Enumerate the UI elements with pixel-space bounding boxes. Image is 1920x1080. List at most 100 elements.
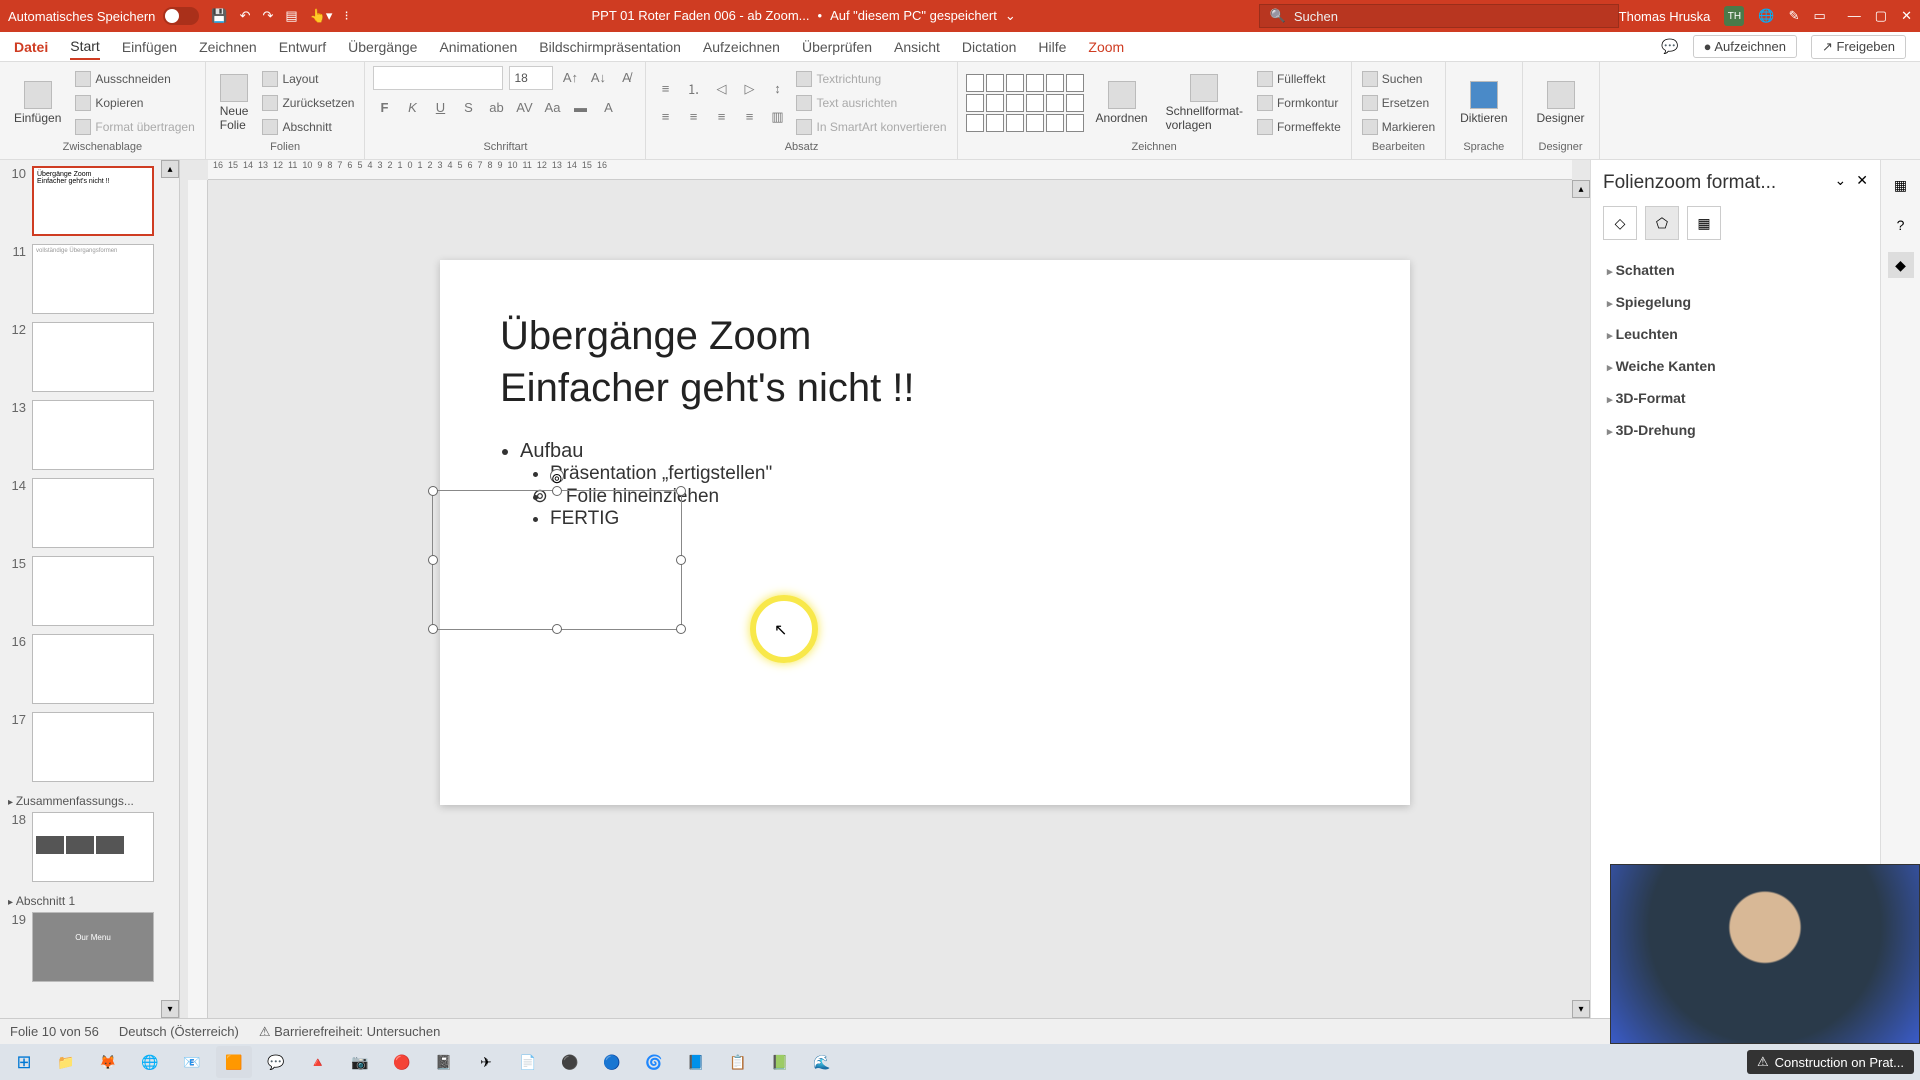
tab-file[interactable]: Datei: [14, 35, 48, 59]
rotate-handle[interactable]: ⊚: [550, 469, 564, 483]
slide-editor[interactable]: Übergänge ZoomEinfacher geht's nicht !! …: [440, 260, 1410, 805]
resize-handle[interactable]: [428, 486, 438, 496]
save-icon[interactable]: 💾: [211, 8, 227, 24]
canvas-scroll-down[interactable]: ▾: [1572, 1000, 1590, 1018]
reset-button[interactable]: Zurücksetzen: [260, 93, 356, 113]
align-right-button[interactable]: ≡: [710, 106, 732, 128]
align-center-button[interactable]: ≡: [682, 106, 704, 128]
thumb-scroll-down[interactable]: ▾: [161, 1000, 179, 1018]
language-indicator[interactable]: Deutsch (Österreich): [119, 1024, 239, 1039]
bullet-item[interactable]: Präsentation „fertigstellen": [550, 463, 1350, 485]
shapes-gallery[interactable]: [966, 74, 1084, 132]
resize-handle[interactable]: [428, 555, 438, 565]
pane-close-icon[interactable]: ✕: [1856, 172, 1868, 189]
rail-help-icon[interactable]: ?: [1888, 212, 1914, 238]
slide-thumbnails-panel[interactable]: 10Übergänge ZoomEinfacher geht's nicht !…: [0, 160, 180, 1018]
indent-decrease-button[interactable]: ◁: [710, 78, 732, 100]
slide-counter[interactable]: Folie 10 von 56: [10, 1024, 99, 1039]
smartart-button[interactable]: In SmartArt konvertieren: [794, 117, 948, 137]
taskbar-powerpoint-icon[interactable]: 🟧: [216, 1046, 252, 1078]
location-dropdown-icon[interactable]: ⌄: [1005, 8, 1016, 24]
slide-title-line2[interactable]: Einfacher geht's nicht !!: [500, 366, 915, 410]
format-tab-fill[interactable]: ◇: [1603, 206, 1637, 240]
window-icon[interactable]: ▭: [1814, 8, 1826, 24]
section-header-summary[interactable]: Zusammenfassungs...: [6, 790, 173, 812]
outline-button[interactable]: Formkontur: [1255, 93, 1343, 113]
taskbar-word-icon[interactable]: 📘: [678, 1046, 714, 1078]
slide-thumbnail-18[interactable]: [32, 812, 154, 882]
numbering-button[interactable]: ⒈: [682, 78, 704, 100]
section-header-1[interactable]: Abschnitt 1: [6, 890, 173, 912]
taskbar-outlook-icon[interactable]: 📧: [174, 1046, 210, 1078]
align-text-button[interactable]: Text ausrichten: [794, 93, 948, 113]
slide-thumbnail-16[interactable]: [32, 634, 154, 704]
autosave-toggle[interactable]: Automatisches Speichern: [8, 7, 199, 25]
taskbar-obs-icon[interactable]: ⚫: [552, 1046, 588, 1078]
section-button[interactable]: Abschnitt: [260, 117, 356, 137]
tab-animations[interactable]: Animationen: [439, 35, 517, 59]
resize-handle[interactable]: [676, 486, 686, 496]
rail-designer-icon[interactable]: ▦: [1888, 172, 1914, 198]
slide-thumbnail-13[interactable]: [32, 400, 154, 470]
taskbar-app-icon[interactable]: 💬: [258, 1046, 294, 1078]
canvas-scroll-up[interactable]: ▴: [1572, 180, 1590, 198]
minimize-icon[interactable]: —: [1848, 8, 1861, 24]
close-icon[interactable]: ✕: [1901, 8, 1912, 24]
fill-button[interactable]: Fülleffekt: [1255, 69, 1343, 89]
bullet-item[interactable]: Aufbau: [520, 440, 1350, 463]
resize-handle[interactable]: [552, 624, 562, 634]
user-name[interactable]: Thomas Hruska: [1619, 9, 1711, 24]
quick-styles-button[interactable]: Schnellformat- vorlagen: [1160, 70, 1249, 136]
taskbar-app-icon[interactable]: 📷: [342, 1046, 378, 1078]
line-spacing-button[interactable]: ↕: [766, 78, 788, 100]
justify-button[interactable]: ≡: [738, 106, 760, 128]
highlight-button[interactable]: ▬: [569, 96, 591, 118]
layout-button[interactable]: Layout: [260, 69, 356, 89]
underline-button[interactable]: U: [429, 96, 451, 118]
font-size-combo[interactable]: [509, 66, 553, 90]
format-painter-button[interactable]: Format übertragen: [73, 117, 196, 137]
taskbar-explorer-icon[interactable]: 📁: [48, 1046, 84, 1078]
taskbar-onenote-icon[interactable]: 📓: [426, 1046, 462, 1078]
find-button[interactable]: Suchen: [1360, 69, 1437, 89]
paste-button[interactable]: Einfügen: [8, 77, 67, 129]
taskbar-vlc-icon[interactable]: 🔺: [300, 1046, 336, 1078]
cut-button[interactable]: Ausschneiden: [73, 69, 196, 89]
maximize-icon[interactable]: ▢: [1875, 8, 1887, 24]
pane-dropdown-icon[interactable]: ⌄: [1835, 172, 1847, 189]
designer-button[interactable]: Designer: [1531, 77, 1591, 129]
resize-handle[interactable]: [428, 624, 438, 634]
tab-review[interactable]: Überprüfen: [802, 35, 872, 59]
rail-format-icon[interactable]: ◆: [1888, 252, 1914, 278]
slide-thumbnail-19[interactable]: Our Menu: [32, 912, 154, 982]
slide-thumbnail-12[interactable]: [32, 322, 154, 392]
record-button[interactable]: ● Aufzeichnen: [1693, 35, 1797, 58]
slide-thumbnail-17[interactable]: [32, 712, 154, 782]
accessibility-checker[interactable]: ⚠ Barrierefreiheit: Untersuchen: [259, 1024, 440, 1040]
taskbar-app-icon[interactable]: 🌀: [636, 1046, 672, 1078]
font-family-combo[interactable]: [373, 66, 503, 90]
shadow-text-button[interactable]: ab: [485, 96, 507, 118]
dictate-button[interactable]: Diktieren: [1454, 77, 1513, 129]
taskbar-excel-icon[interactable]: 📗: [762, 1046, 798, 1078]
taskbar-app-icon[interactable]: 📄: [510, 1046, 546, 1078]
align-left-button[interactable]: ≡: [654, 106, 676, 128]
taskbar-notification[interactable]: ⚠ Construction on Prat...: [1747, 1050, 1914, 1074]
tab-view[interactable]: Ansicht: [894, 35, 940, 59]
text-direction-button[interactable]: Textrichtung: [794, 69, 948, 89]
taskbar-chrome-icon[interactable]: 🌐: [132, 1046, 168, 1078]
globe-icon[interactable]: 🌐: [1758, 8, 1774, 24]
tab-draw[interactable]: Zeichnen: [199, 35, 257, 59]
slide-thumbnail-14[interactable]: [32, 478, 154, 548]
columns-button[interactable]: ▥: [766, 106, 788, 128]
italic-button[interactable]: K: [401, 96, 423, 118]
slide-thumbnail-15[interactable]: [32, 556, 154, 626]
section-3d-rotation[interactable]: 3D-Drehung: [1603, 414, 1868, 446]
section-glow[interactable]: Leuchten: [1603, 318, 1868, 350]
copy-button[interactable]: Kopieren: [73, 93, 196, 113]
taskbar-telegram-icon[interactable]: ✈: [468, 1046, 504, 1078]
slide-title-line1[interactable]: Übergänge Zoom: [500, 314, 811, 358]
format-tab-picture[interactable]: ▦: [1687, 206, 1721, 240]
tab-design[interactable]: Entwurf: [279, 35, 326, 59]
grow-font-icon[interactable]: A↑: [559, 66, 581, 88]
